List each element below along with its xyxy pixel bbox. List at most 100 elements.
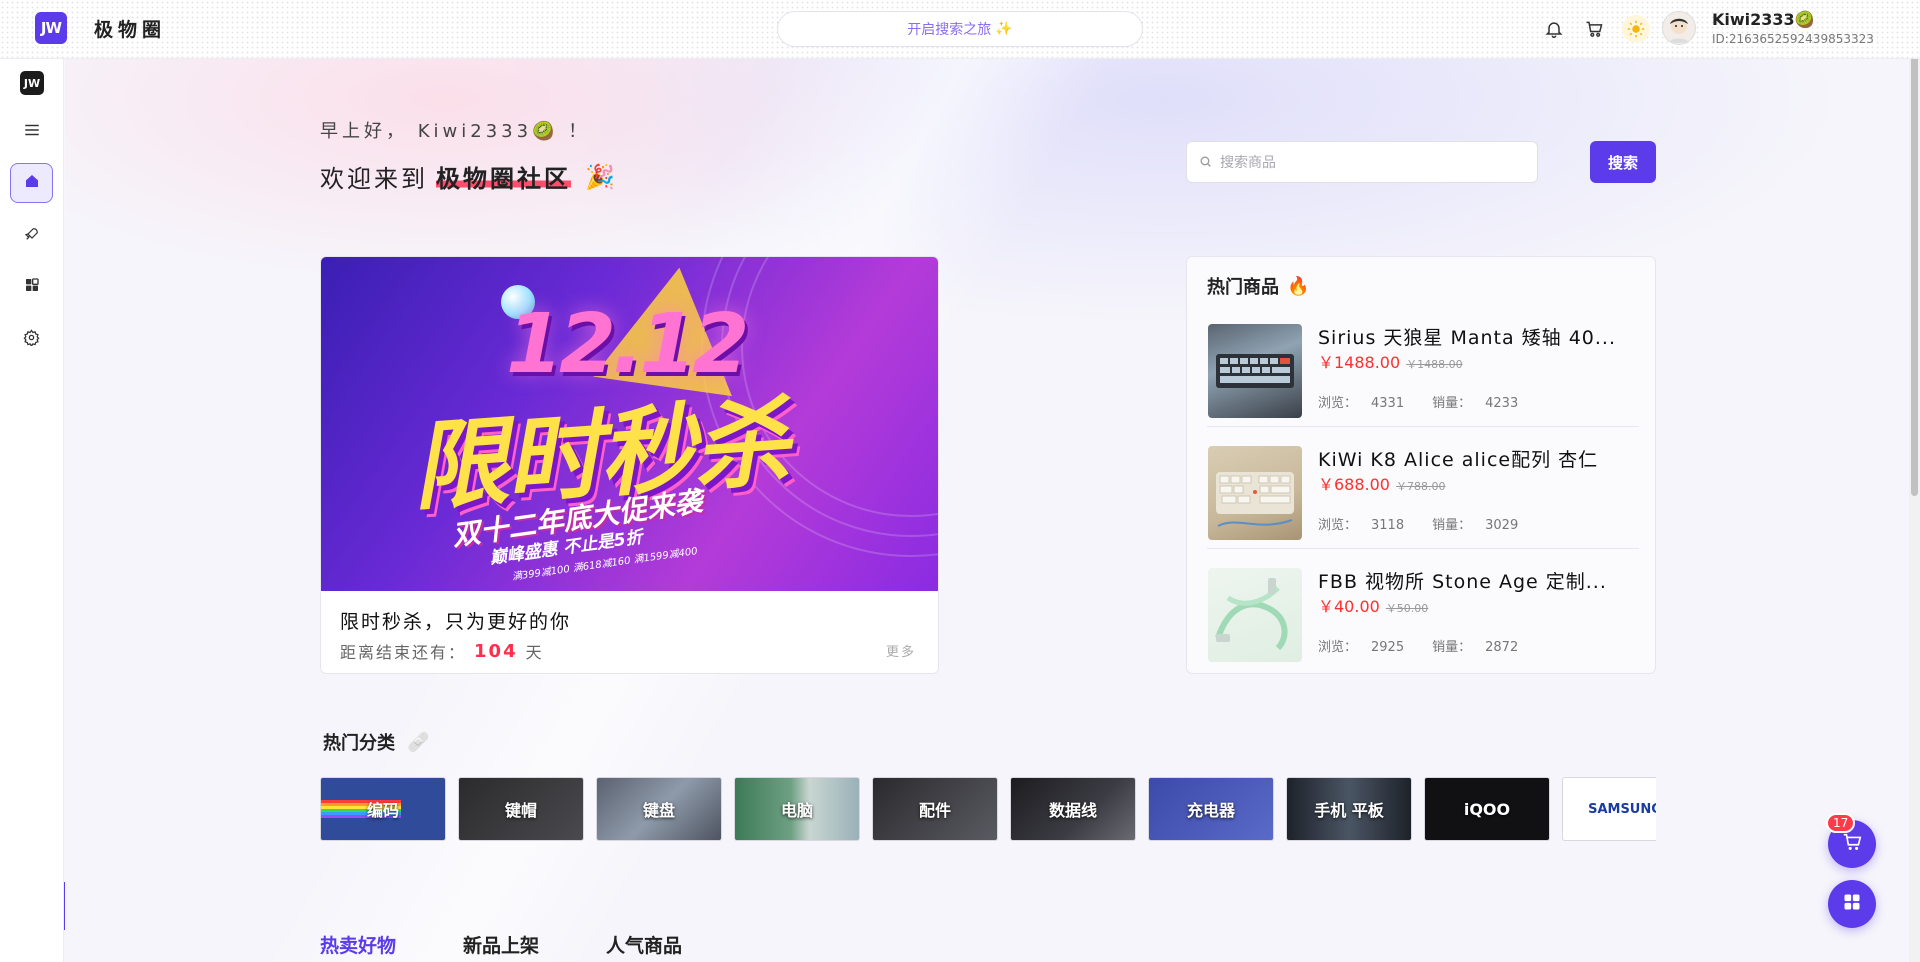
- category-tile[interactable]: 配件: [872, 777, 998, 841]
- price-current: ￥688.00: [1318, 475, 1390, 494]
- gear-icon: [23, 328, 40, 350]
- scrollbar-thumb[interactable]: [1911, 2, 1918, 496]
- kiwi-icon: 🥝: [1794, 10, 1815, 29]
- fire-icon: 🔥: [1287, 275, 1310, 297]
- product-stats: 浏览： 2925 销量： 2872: [1318, 636, 1546, 655]
- sales-label: 销量：: [1432, 640, 1472, 655]
- price-current: ￥40.00: [1318, 597, 1380, 616]
- main-content: 早上好， Kiwi2333🥝 ！ 欢迎来到 极物圈社区 🎉 搜索 12.12 限…: [65, 59, 1920, 962]
- product-stats: 浏览： 4331 销量： 4233: [1318, 392, 1546, 411]
- grid-icon: [1842, 892, 1862, 916]
- tab-hot-sale[interactable]: 热卖好物: [320, 931, 396, 958]
- sales-count: 2872: [1485, 640, 1519, 655]
- user-avatar[interactable]: [1662, 11, 1696, 45]
- sales-count: 3029: [1485, 518, 1519, 533]
- category-label: 配件: [918, 801, 951, 820]
- search-prompt: 开启搜索之旅: [907, 22, 992, 38]
- category-tile[interactable]: 编码: [320, 777, 446, 841]
- global-search-bar[interactable]: 开启搜索之旅 ✨: [777, 11, 1143, 47]
- views-count: 3118: [1371, 518, 1405, 533]
- promo-title: 限时秒杀，只为更好的你: [340, 611, 572, 633]
- brand-name[interactable]: 极物圈: [94, 15, 166, 42]
- home-icon: [24, 173, 40, 193]
- categories-title: 热门分类 🩹: [323, 729, 429, 755]
- product-search-field[interactable]: [1186, 141, 1538, 183]
- welcome-heading: 欢迎来到 极物圈社区 🎉: [320, 159, 618, 194]
- tab-popular[interactable]: 人气商品: [606, 931, 682, 958]
- category-label: 数据线: [1048, 801, 1097, 820]
- category-tile[interactable]: 手机 平板: [1286, 777, 1412, 841]
- category-tile[interactable]: 电脑: [734, 777, 860, 841]
- promo-countdown: 距离结束还有： 104 天: [340, 639, 544, 663]
- cart-icon: [1841, 831, 1863, 857]
- category-label: 编码: [366, 801, 399, 820]
- category-tile[interactable]: SAMSUNG: [1562, 777, 1656, 841]
- product-name[interactable]: KiWi K8 Alice alice配列 杏仁: [1318, 445, 1633, 472]
- hot-goods-panel: 热门商品 🔥 Sirius 天狼星 Manta 矮轴 40... ￥1488.0…: [1186, 256, 1656, 674]
- views-count: 2925: [1371, 640, 1405, 655]
- hot-goods-item[interactable]: Sirius 天狼星 Manta 矮轴 40... ￥1488.00 ￥1488.…: [1207, 315, 1639, 427]
- category-label: 电脑: [780, 801, 813, 820]
- product-search-input[interactable]: [1220, 154, 1520, 170]
- grid-icon: [24, 277, 40, 297]
- product-thumbnail[interactable]: [1208, 568, 1302, 662]
- product-price: ￥40.00 ￥50.00: [1318, 593, 1428, 617]
- price-original: ￥1488.00: [1406, 358, 1463, 371]
- hot-goods-item[interactable]: FBB 视物所 Stone Age 定制... ￥40.00 ￥50.00 浏览：…: [1207, 559, 1639, 671]
- hot-goods-item[interactable]: KiWi K8 Alice alice配列 杏仁 ￥688.00 ￥788.00 …: [1207, 437, 1639, 549]
- page-scrollbar[interactable]: [1909, 0, 1920, 962]
- price-original: ￥788.00: [1396, 480, 1446, 493]
- cart-icon[interactable]: [1582, 17, 1606, 41]
- sales-label: 销量：: [1432, 396, 1472, 411]
- product-price: ￥688.00 ￥788.00: [1318, 471, 1446, 495]
- top-bar: JW 极物圈 开启搜索之旅 ✨ Kiwi2333🥝 ID:21636525924…: [0, 0, 1920, 59]
- flash-sale-banner[interactable]: 12.12 限时秒杀 双十二年底大促来袭 巅峰盛惠 不止是5折 满399减100…: [321, 257, 938, 591]
- views-count: 4331: [1371, 396, 1405, 411]
- theme-toggle-sun-icon[interactable]: [1622, 15, 1650, 43]
- product-name[interactable]: Sirius 天狼星 Manta 矮轴 40...: [1318, 323, 1633, 350]
- sidebar-menu-toggle[interactable]: [10, 112, 53, 152]
- category-label: iQOO: [1463, 799, 1511, 819]
- app-logo[interactable]: JW: [35, 12, 67, 44]
- sidebar-item-apps[interactable]: [10, 267, 53, 307]
- welcome-highlight: 极物圈社区: [436, 159, 571, 194]
- greeting-text: 早上好， Kiwi2333🥝 ！: [320, 121, 591, 142]
- bandage-icon: 🩹: [407, 731, 430, 753]
- category-tile[interactable]: 键盘: [596, 777, 722, 841]
- countdown-unit: 天: [525, 643, 544, 662]
- user-id: ID:2163652592439853323: [1712, 32, 1874, 46]
- search-icon: [1199, 153, 1212, 172]
- category-carousel[interactable]: 编码 键帽 键盘 电脑 配件 数据线 充电器 手机 平板 iQOO SAMSUN…: [320, 777, 1656, 843]
- product-name[interactable]: FBB 视物所 Stone Age 定制...: [1318, 567, 1633, 594]
- category-tile[interactable]: 键帽: [458, 777, 584, 841]
- sidebar-item-settings[interactable]: [10, 319, 53, 359]
- flash-sale-card[interactable]: 12.12 限时秒杀 双十二年底大促来袭 巅峰盛惠 不止是5折 满399减100…: [320, 256, 939, 674]
- sidebar-logo[interactable]: JW: [20, 71, 44, 95]
- price-original: ￥50.00: [1385, 602, 1429, 615]
- product-thumbnail[interactable]: [1208, 446, 1302, 540]
- tab-new-arrivals[interactable]: 新品上架: [463, 931, 539, 958]
- username[interactable]: Kiwi2333🥝: [1712, 10, 1815, 29]
- sidebar-item-home[interactable]: [10, 163, 53, 203]
- floating-menu-button[interactable]: [1828, 880, 1876, 928]
- product-price: ￥1488.00 ￥1488.00: [1318, 349, 1463, 373]
- search-button[interactable]: 搜索: [1590, 141, 1656, 183]
- promo-more-link[interactable]: 更多: [886, 641, 916, 660]
- hot-goods-title: 热门商品 🔥: [1207, 273, 1309, 299]
- category-tile[interactable]: 充电器: [1148, 777, 1274, 841]
- category-tile[interactable]: iQOO: [1424, 777, 1550, 841]
- category-label: 手机 平板: [1314, 801, 1384, 820]
- category-label: 键帽: [504, 801, 537, 820]
- views-label: 浏览：: [1318, 396, 1358, 411]
- sidebar-item-discover[interactable]: [10, 216, 53, 256]
- category-tile[interactable]: 数据线: [1010, 777, 1136, 841]
- party-popper-icon: 🎉: [585, 162, 618, 191]
- hot-goods-title-text: 热门商品: [1207, 277, 1279, 298]
- countdown-days: 104: [474, 640, 518, 662]
- left-sidebar: JW: [0, 59, 64, 962]
- category-label: SAMSUNG: [1588, 801, 1656, 817]
- bell-icon[interactable]: [1542, 17, 1566, 41]
- category-label: 键盘: [642, 801, 675, 820]
- views-label: 浏览：: [1318, 518, 1358, 533]
- product-thumbnail[interactable]: [1208, 324, 1302, 418]
